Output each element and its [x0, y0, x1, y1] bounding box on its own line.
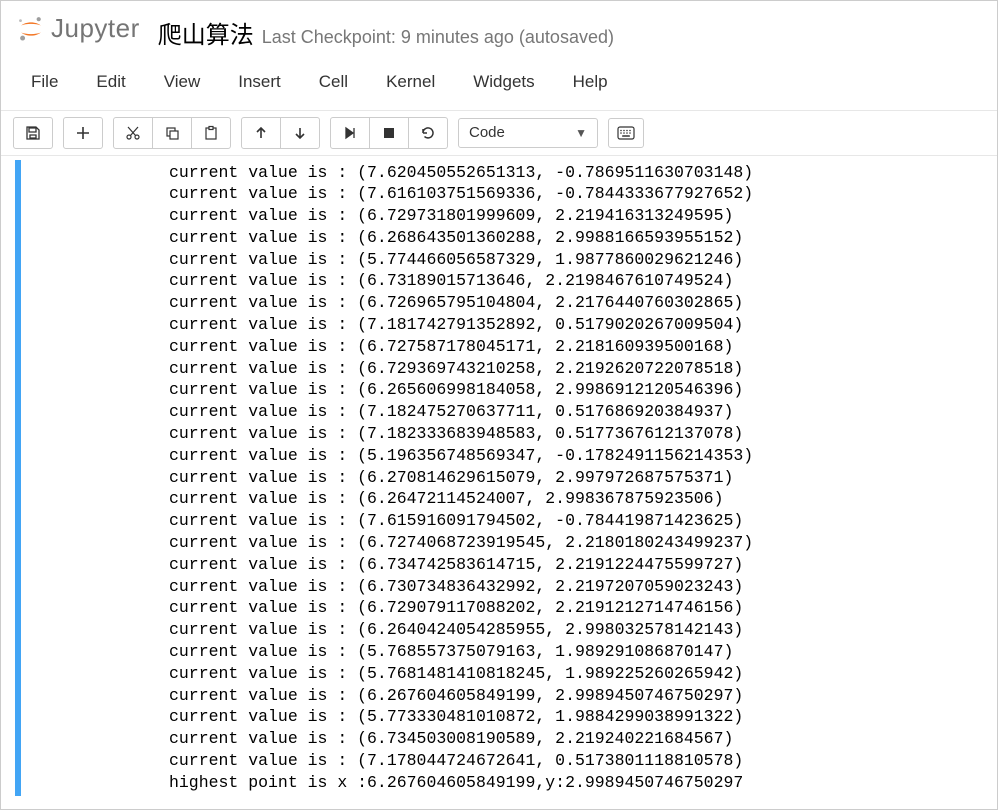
copy-button[interactable]: [152, 117, 192, 149]
arrow-up-icon: [253, 125, 269, 141]
notebook-title[interactable]: 爬山算法: [158, 15, 254, 50]
move-down-button[interactable]: [280, 117, 320, 149]
jupyter-logo[interactable]: Jupyter: [17, 13, 140, 44]
checkpoint-text: Last Checkpoint: 9 minutes ago (autosave…: [262, 27, 614, 48]
cut-button[interactable]: [113, 117, 153, 149]
menu-widgets[interactable]: Widgets: [461, 64, 546, 100]
app-window: Jupyter 爬山算法 Last Checkpoint: 9 minutes …: [0, 0, 998, 810]
interrupt-button[interactable]: [369, 117, 409, 149]
jupyter-icon: [17, 15, 45, 43]
menu-insert[interactable]: Insert: [226, 64, 293, 100]
scissors-icon: [125, 125, 141, 141]
save-icon: [25, 125, 41, 141]
step-forward-icon: [342, 125, 358, 141]
keyboard-icon: [617, 126, 635, 140]
menu-file[interactable]: File: [19, 64, 70, 100]
copy-icon: [164, 125, 180, 141]
jupyter-logo-text: Jupyter: [51, 13, 140, 44]
menu-edit[interactable]: Edit: [84, 64, 137, 100]
insert-cell-button[interactable]: [63, 117, 103, 149]
plus-icon: [75, 125, 91, 141]
cell-type-value: Code: [469, 124, 505, 141]
stop-icon: [381, 125, 397, 141]
command-palette-button[interactable]: [608, 118, 644, 148]
notebook-area[interactable]: current value is : (7.620450552651313, -…: [1, 156, 997, 804]
cell-type-select[interactable]: Code ▼: [458, 118, 598, 148]
paste-icon: [203, 125, 219, 141]
menubar: File Edit View Insert Cell Kernel Widget…: [1, 54, 997, 111]
header: Jupyter 爬山算法 Last Checkpoint: 9 minutes …: [1, 1, 997, 54]
menu-view[interactable]: View: [152, 64, 213, 100]
toolbar: Code ▼: [1, 111, 997, 156]
menu-kernel[interactable]: Kernel: [374, 64, 447, 100]
output-cell: current value is : (7.620450552651313, -…: [11, 160, 987, 796]
paste-button[interactable]: [191, 117, 231, 149]
restart-button[interactable]: [408, 117, 448, 149]
save-button[interactable]: [13, 117, 53, 149]
menu-help[interactable]: Help: [561, 64, 620, 100]
cell-output: current value is : (7.620450552651313, -…: [21, 160, 753, 796]
refresh-icon: [420, 125, 436, 141]
arrow-down-icon: [292, 125, 308, 141]
run-button[interactable]: [330, 117, 370, 149]
chevron-down-icon: ▼: [575, 126, 587, 140]
menu-cell[interactable]: Cell: [307, 64, 360, 100]
move-up-button[interactable]: [241, 117, 281, 149]
